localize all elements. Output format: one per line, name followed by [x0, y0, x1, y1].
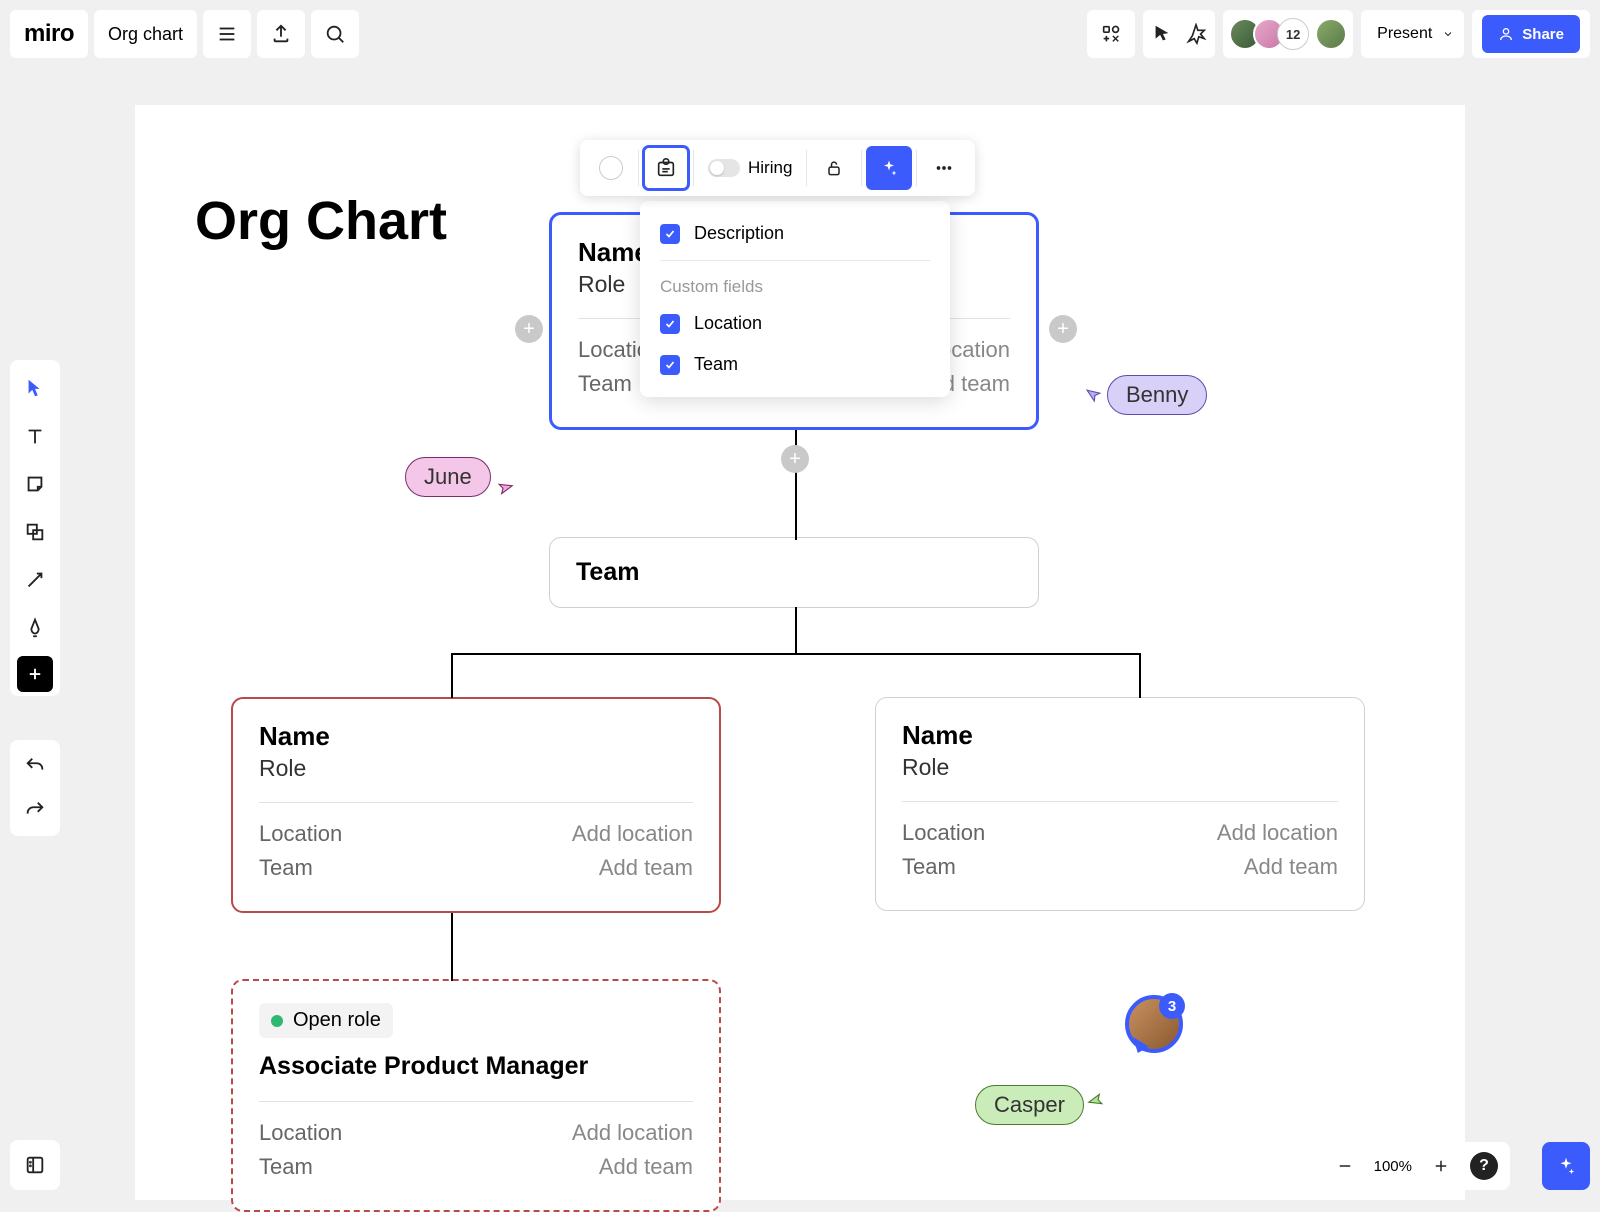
cursor-label: June: [405, 457, 491, 497]
card-name[interactable]: Name: [259, 721, 693, 752]
video-bubble-count: 3: [1159, 993, 1185, 1019]
dropdown-label: Team: [694, 354, 738, 375]
open-role-badge-label: Open role: [293, 1009, 381, 1032]
cursor-pointer-icon: [1085, 1088, 1110, 1113]
collaborator-avatars[interactable]: 12: [1223, 10, 1353, 58]
org-card-right[interactable]: Name Role Location Add location Team Add…: [875, 697, 1365, 911]
sticky-note-tool[interactable]: [14, 460, 56, 508]
add-right-handle[interactable]: +: [1049, 315, 1077, 343]
card-team-value[interactable]: Add team: [599, 855, 693, 881]
collaborator-cursor-benny: Benny: [1085, 375, 1207, 415]
export-button[interactable]: [257, 10, 305, 58]
zoom-controls: 100% ?: [1320, 1142, 1510, 1190]
dropdown-section-header: Custom fields: [640, 267, 950, 303]
card-role[interactable]: Role: [259, 755, 693, 782]
card-team-value[interactable]: Add team: [599, 1154, 693, 1180]
zoom-out-button[interactable]: [1326, 1147, 1364, 1185]
open-role-badge: Open role: [259, 1003, 393, 1038]
card-role[interactable]: Role: [902, 754, 1338, 781]
left-toolbar: [10, 360, 60, 696]
dropdown-item-description[interactable]: Description: [640, 213, 950, 254]
card-team-value[interactable]: Add team: [1244, 854, 1338, 880]
redo-button[interactable]: [14, 788, 56, 832]
avatar-overflow-count[interactable]: 12: [1277, 18, 1309, 50]
ai-fab-button[interactable]: [1542, 1142, 1590, 1190]
present-label: Present: [1377, 25, 1432, 43]
avatar-self[interactable]: [1315, 18, 1347, 50]
hiring-toggle[interactable]: Hiring: [698, 146, 802, 190]
add-more-tool[interactable]: [17, 656, 53, 692]
collaborator-video-bubble[interactable]: 3: [1125, 995, 1183, 1053]
panel-toggle-button[interactable]: [10, 1140, 60, 1190]
collaborator-cursor-june: June: [405, 457, 513, 497]
card-team-label: Team: [578, 371, 632, 397]
share-button[interactable]: Share: [1482, 15, 1580, 53]
card-location-value[interactable]: Add location: [572, 821, 693, 847]
card-team-label: Team: [902, 854, 956, 880]
select-tool[interactable]: [14, 364, 56, 412]
cursor-tool-icon[interactable]: [1151, 23, 1173, 45]
dropdown-label: Description: [694, 223, 784, 244]
logo[interactable]: miro: [10, 10, 88, 58]
cursor-label: Casper: [975, 1085, 1084, 1125]
card-location-label: Location: [902, 820, 985, 846]
org-card-open-role[interactable]: Open role Associate Product Manager Loca…: [231, 979, 721, 1212]
connector-tool[interactable]: [14, 556, 56, 604]
present-button[interactable]: Present: [1361, 10, 1464, 58]
collaborator-cursor-casper: Casper: [975, 1085, 1106, 1125]
more-options-button[interactable]: [921, 146, 967, 190]
canvas[interactable]: Org Chart Hiring Description: [135, 105, 1465, 1200]
add-left-handle[interactable]: +: [515, 315, 543, 343]
search-button[interactable]: [311, 10, 359, 58]
fields-dropdown: Description Custom fields Location Team: [640, 201, 950, 397]
org-card-team[interactable]: Team: [549, 537, 1039, 608]
share-label: Share: [1522, 26, 1564, 43]
status-dot-icon: [271, 1015, 283, 1027]
reactions-button[interactable]: [1185, 23, 1207, 45]
add-bottom-handle[interactable]: +: [781, 445, 809, 473]
card-team-label: Team: [259, 855, 313, 881]
board-title[interactable]: Org chart: [94, 10, 197, 58]
apps-button[interactable]: [1087, 10, 1135, 58]
toggle-switch[interactable]: [708, 159, 740, 177]
cursor-label: Benny: [1107, 375, 1207, 415]
card-location-label: Location: [259, 1120, 342, 1146]
card-location-value[interactable]: Add location: [1217, 820, 1338, 846]
text-tool[interactable]: [14, 412, 56, 460]
lock-button[interactable]: [811, 146, 857, 190]
card-location-value[interactable]: Add location: [572, 1120, 693, 1146]
zoom-in-button[interactable]: [1422, 1147, 1460, 1185]
card-fields-button[interactable]: [643, 146, 689, 190]
card-name[interactable]: Name: [902, 720, 1338, 751]
card-team-value[interactable]: d team: [943, 371, 1010, 397]
page-title: Org Chart: [195, 190, 447, 252]
checkbox-checked-icon: [660, 224, 680, 244]
cursor-pointer-icon: [1084, 385, 1105, 406]
card-job-title[interactable]: Associate Product Manager: [259, 1052, 693, 1081]
ai-assist-button[interactable]: [866, 146, 912, 190]
pen-tool[interactable]: [14, 604, 56, 652]
card-location-label: Location: [259, 821, 342, 847]
card-team-title[interactable]: Team: [576, 558, 1012, 587]
checkbox-checked-icon: [660, 355, 680, 375]
help-button[interactable]: ?: [1470, 1152, 1498, 1180]
main-menu-button[interactable]: [203, 10, 251, 58]
checkbox-checked-icon: [660, 314, 680, 334]
card-context-toolbar: Hiring: [580, 140, 975, 196]
hiring-label: Hiring: [748, 158, 792, 178]
dropdown-label: Location: [694, 313, 762, 334]
org-card-left[interactable]: Name Role Location Add location Team Add…: [231, 697, 721, 913]
person-add-icon: [1498, 26, 1514, 42]
chevron-down-icon: [1442, 28, 1454, 40]
dropdown-item-team[interactable]: Team: [640, 344, 950, 385]
zoom-level[interactable]: 100%: [1368, 1158, 1418, 1175]
card-color-picker[interactable]: [588, 146, 634, 190]
cursor-pointer-icon: [491, 476, 516, 501]
undo-button[interactable]: [14, 744, 56, 788]
shape-tool[interactable]: [14, 508, 56, 556]
dropdown-item-location[interactable]: Location: [640, 303, 950, 344]
card-team-label: Team: [259, 1154, 313, 1180]
